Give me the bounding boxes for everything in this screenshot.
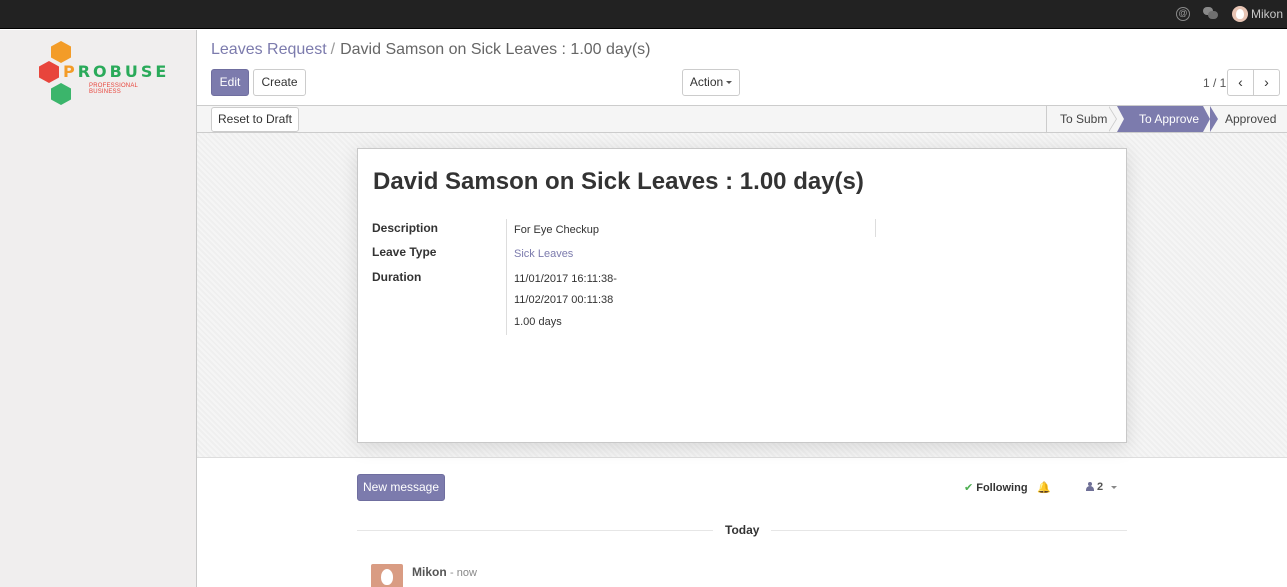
logo-hex-orange [51,41,71,63]
duration-days: 1.00 days [514,316,562,328]
breadcrumb-current: David Samson on Sick Leaves : 1.00 day(s… [340,41,651,58]
logo-tagline: PROFESSIONAL BUSINESS [89,83,138,95]
column-divider [875,219,876,237]
description-label: Description [372,221,439,235]
record-title: David Samson on Sick Leaves : 1.00 day(s… [373,168,864,195]
field-divider [506,219,507,335]
stage-arrow-active [1210,106,1218,132]
duration-label: Duration [372,270,422,284]
pager-next-button[interactable]: › [1253,69,1280,96]
user-menu-name[interactable]: Mikon [1251,7,1283,21]
caret-down-icon[interactable] [1111,486,1117,489]
stage-arrow-separator [1108,106,1118,132]
create-button[interactable]: Create [253,69,306,96]
control-panel: Leaves Request / David Samson on Sick Leav… [197,30,1287,105]
edit-button[interactable]: Edit [211,69,249,96]
company-logo[interactable]: PROBUSE PROFESSIONAL BUSINESS [37,41,167,111]
bell-icon[interactable]: 🔔 [1037,481,1051,494]
stage-approved: Approved [1225,112,1277,126]
breadcrumb: Leaves Request / David Samson on Sick Leav… [211,41,650,59]
stage-to-submit: To Submit [1046,106,1117,132]
day-separator-label: Today [713,523,772,537]
stage-to-approve-active: To Approve [1117,106,1210,132]
action-label: Action [689,75,724,89]
description-value: For Eye Checkup [514,224,599,236]
logo-brand-text: PROBUSE [63,62,170,81]
mention-icon[interactable]: @ [1176,7,1190,21]
following-toggle[interactable]: ✔ Following [964,481,1028,494]
message-author-avatar[interactable] [371,564,403,587]
check-icon: ✔ [964,482,974,494]
user-avatar[interactable] [1232,6,1248,22]
reset-to-draft-button[interactable]: Reset to Draft [211,107,299,132]
action-dropdown-button[interactable]: Action [682,69,740,96]
message-header: Mikon - now [412,565,477,579]
logo-hex-green [51,83,71,105]
pager-value[interactable]: 1 / 1 [1203,76,1226,90]
form-sheet: David Samson on Sick Leaves : 1.00 day(s… [357,148,1127,443]
leave-type-label: Leave Type [372,245,437,259]
message-author[interactable]: Mikon [412,565,447,579]
form-statusbar: Reset to Draft To Submit To Approve Appr… [197,105,1287,133]
breadcrumb-parent-link[interactable]: Leaves Request [211,41,327,58]
left-sidebar: PROBUSE PROFESSIONAL BUSINESS [0,30,197,587]
leave-type-link[interactable]: Sick Leaves [514,248,573,260]
followers-count: 2 [1097,481,1104,493]
breadcrumb-separator: / [330,41,336,58]
message-time: - now [450,567,477,579]
user-icon [1086,482,1094,491]
new-message-button[interactable]: New message [357,474,445,501]
top-navbar: @ Mikon [0,0,1287,29]
following-label: Following [976,482,1028,494]
logo-hex-red [39,61,59,83]
followers-button[interactable]: 2 [1086,481,1103,493]
duration-to: 11/02/2017 00:11:38 [514,294,614,306]
pager-previous-button[interactable]: ‹ [1227,69,1254,96]
duration-from: 11/01/2017 16:11:38- [514,273,617,285]
chat-icon[interactable] [1203,7,1218,19]
caret-down-icon [726,81,733,85]
